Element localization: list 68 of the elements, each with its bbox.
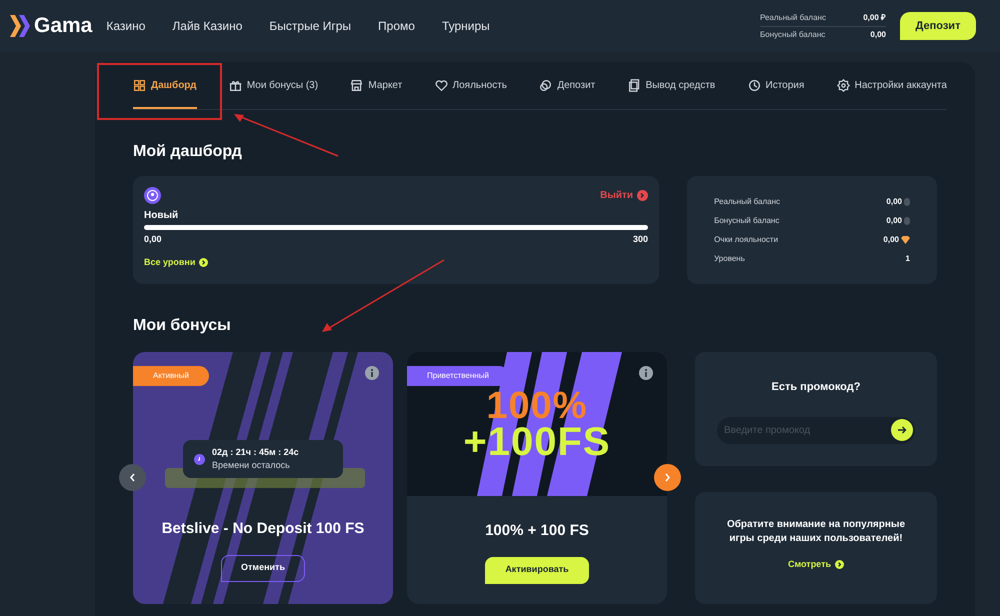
tab[interactable]: Вывод средств: [628, 74, 716, 109]
nav-link[interactable]: Лайв Казино: [172, 17, 242, 35]
grid-icon: [133, 79, 146, 92]
logo-icon: [10, 13, 32, 39]
nav-link[interactable]: Промо: [378, 17, 415, 35]
gem-icon: [901, 236, 910, 244]
heart-icon: [434, 79, 448, 92]
tab[interactable]: Депозит: [539, 74, 596, 109]
info-icon: [639, 366, 653, 380]
stat-label: Бонусный баланс: [714, 214, 780, 226]
deposit-button[interactable]: Депозит: [900, 12, 976, 40]
tab[interactable]: Настройки аккаунта: [836, 74, 947, 109]
info-icon: [365, 366, 379, 380]
balance-label: Бонусный баланс: [760, 28, 826, 40]
stat-value: 0,00: [886, 196, 902, 208]
balance-value: 0,00: [870, 28, 886, 40]
stat-label: Уровень: [714, 252, 745, 264]
logo-text: Gama: [34, 13, 92, 40]
cancel-button[interactable]: Отменить: [221, 554, 305, 582]
tab[interactable]: Лояльность: [434, 74, 508, 109]
balance-value: 0,00 ₽: [863, 12, 886, 24]
activate-button[interactable]: Активировать: [485, 556, 589, 584]
tab[interactable]: Маркет: [350, 74, 402, 109]
tab[interactable]: Дашборд: [133, 74, 197, 109]
all-levels-link[interactable]: Все уровни: [144, 256, 648, 269]
avatar-icon: [144, 187, 161, 204]
timer-label: Времени осталось: [212, 459, 291, 472]
chevron-circle-icon: [199, 258, 208, 267]
bonus-title: 100% + 100 FS: [485, 521, 589, 541]
view-link[interactable]: Смотреть: [788, 558, 844, 572]
gift-icon: [228, 79, 242, 92]
currency-icon: [904, 198, 910, 206]
settings-icon: [836, 79, 850, 92]
logout-link[interactable]: Выйти: [600, 188, 648, 203]
arrow-right-icon: [898, 426, 906, 434]
level-name: Новый: [144, 209, 180, 223]
section-title: Мой дашборд: [133, 142, 243, 162]
tab[interactable]: Мои бонусы (3): [228, 74, 318, 109]
logout-icon: [637, 190, 648, 201]
bonus-tag: Активный: [133, 366, 209, 386]
previous-button[interactable]: [119, 464, 146, 491]
nav-link[interactable]: Казино: [106, 17, 146, 35]
popular-games-text: Обратите внимание на популярные игры среди наших пользователей!: [726, 518, 906, 546]
currency-icon: [904, 216, 910, 224]
cards-icon: [628, 79, 641, 92]
chevron-circle-icon: [835, 560, 844, 570]
timer-value: 02д : 21ч : 45м : 24с: [212, 446, 299, 459]
stat-value: 1: [906, 252, 910, 264]
progress-max: 300: [633, 233, 648, 246]
chevron-left-icon: [129, 473, 136, 482]
next-button[interactable]: [654, 464, 681, 491]
stat-value: 0,00: [883, 234, 899, 246]
promo-title: Есть промокод?: [772, 380, 860, 395]
stat-label: Очки лояльности: [714, 234, 778, 246]
stat-label: Реальный баланс: [714, 196, 780, 208]
nav-link[interactable]: Быстрые Игры: [269, 17, 352, 35]
section-title: Мои бонусы: [133, 316, 232, 336]
nav-link[interactable]: Турниры: [442, 17, 490, 35]
chevron-right-icon: [664, 473, 671, 482]
tab[interactable]: История: [748, 74, 804, 109]
store-icon: [350, 79, 364, 92]
balance-label: Реальный баланс: [760, 12, 826, 24]
bonus-title: Betslive - No Deposit 100 FS: [162, 519, 364, 539]
history-icon: [748, 79, 761, 92]
progress-min: 0,00: [144, 233, 162, 246]
clock-icon: [194, 454, 205, 464]
coins-icon: [539, 79, 552, 92]
stat-value: 0,00: [886, 214, 902, 226]
